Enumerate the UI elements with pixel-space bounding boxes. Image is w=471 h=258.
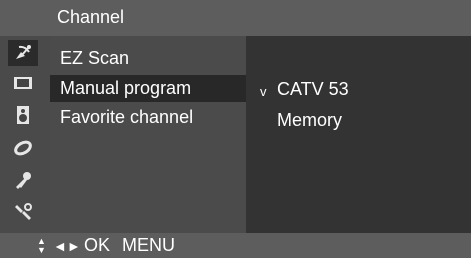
- menu-item-manual-program[interactable]: Manual program: [50, 75, 246, 102]
- speaker-icon[interactable]: [8, 102, 38, 128]
- menu-item-favorite-channel[interactable]: Favorite channel: [50, 104, 246, 131]
- title-bar: Channel: [0, 0, 471, 36]
- menu-panel: EZ Scan Manual program Favorite channel: [50, 36, 246, 233]
- submenu-panel: v CATV 53 Memory: [246, 36, 471, 233]
- bottom-bar: ▲▼ ◄► OK MENU: [0, 233, 471, 258]
- clock-icon[interactable]: [8, 135, 38, 161]
- screen-icon[interactable]: [8, 70, 38, 96]
- tools-icon[interactable]: [8, 199, 38, 225]
- menu-title: Channel: [57, 7, 125, 27]
- menu-item-ez-scan[interactable]: EZ Scan: [50, 45, 246, 72]
- satellite-dish-icon[interactable]: [8, 40, 38, 66]
- selection-mark: v: [260, 84, 267, 99]
- up-down-arrows-icon: ▲▼: [37, 236, 46, 255]
- submenu-item-memory[interactable]: Memory: [277, 107, 342, 134]
- key-icon[interactable]: [8, 167, 38, 193]
- left-right-arrows-icon: ◄►: [53, 238, 81, 254]
- osd-menu: Channel EZ Scan Manual program Favorite …: [0, 0, 471, 258]
- category-icon-column: [0, 36, 50, 233]
- submenu-item-catv[interactable]: CATV 53: [277, 76, 349, 103]
- menu-label: MENU: [122, 235, 175, 255]
- ok-label: OK: [84, 235, 111, 255]
